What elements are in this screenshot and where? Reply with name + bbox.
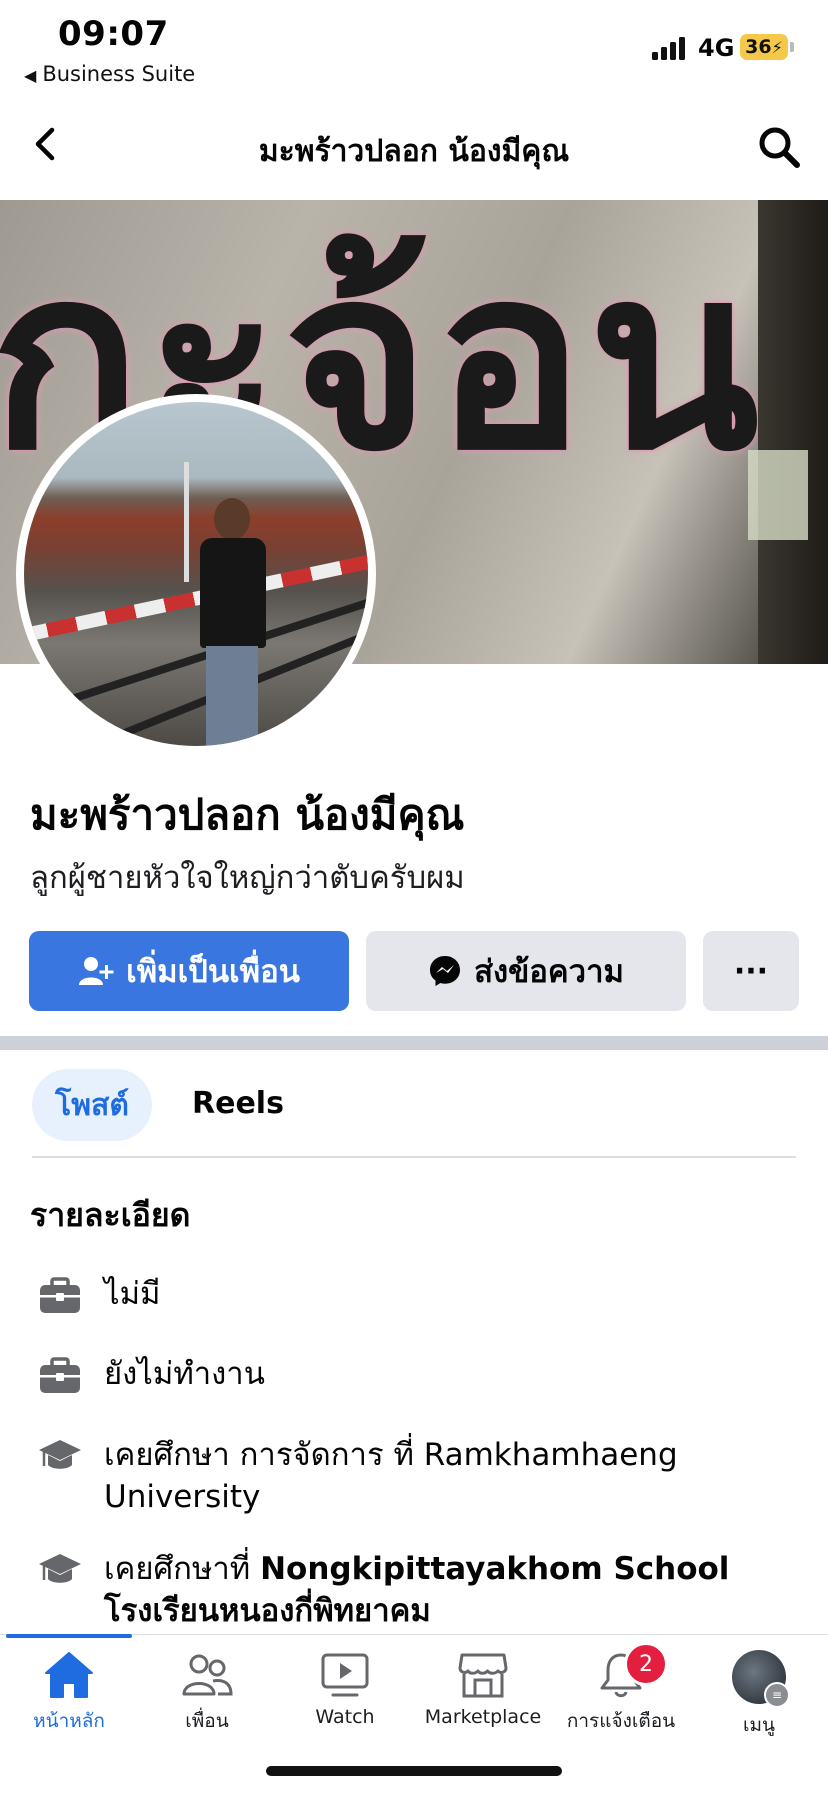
cover-light-patch bbox=[748, 450, 808, 540]
more-dots-icon: ··· bbox=[733, 953, 769, 989]
back-triangle-icon: ◀ bbox=[24, 66, 37, 85]
back-to-app-link[interactable]: ◀ Business Suite bbox=[24, 62, 195, 86]
signal-icon bbox=[652, 36, 685, 60]
network-type: 4G bbox=[698, 34, 735, 62]
nav-watch-label: Watch bbox=[315, 1706, 375, 1728]
more-options-button[interactable]: ··· bbox=[703, 931, 799, 1011]
section-divider bbox=[0, 1036, 828, 1050]
status-time: 09:07 bbox=[58, 14, 169, 54]
friends-icon bbox=[182, 1654, 233, 1696]
details-heading: รายละเอียด bbox=[30, 1196, 191, 1234]
active-tab-indicator bbox=[6, 1634, 132, 1638]
add-friend-button[interactable]: เพิ่มเป็นเพื่อน bbox=[29, 931, 349, 1011]
home-indicator[interactable] bbox=[266, 1766, 562, 1776]
search-icon[interactable] bbox=[756, 124, 802, 170]
cover-wood-beam bbox=[758, 200, 828, 664]
briefcase-icon bbox=[40, 1277, 80, 1313]
detail-item-university: เคยศึกษา การจัดการ ที่ Ramkhamhaeng Univ… bbox=[38, 1434, 744, 1518]
detail-work-text: ไม่มี bbox=[104, 1276, 161, 1312]
menu-lines-icon: ≡ bbox=[764, 1682, 790, 1708]
add-friend-icon bbox=[79, 957, 114, 985]
back-app-label: Business Suite bbox=[42, 62, 196, 86]
nav-home-label: หน้าหลัก bbox=[33, 1710, 105, 1732]
nav-marketplace-label: Marketplace bbox=[424, 1706, 542, 1728]
page-title: มะพร้าวปลอก น้องมีคุณ bbox=[258, 134, 570, 169]
cover-sign-text-bottom: ท bbox=[360, 540, 505, 664]
detail-job-text: ยังไม่ทำงาน bbox=[104, 1356, 265, 1392]
marketplace-icon bbox=[458, 1653, 508, 1698]
message-label: ส่งข้อความ bbox=[474, 954, 624, 990]
nav-home[interactable]: หน้าหลัก bbox=[0, 1650, 138, 1736]
graduation-cap-icon bbox=[39, 1440, 81, 1469]
notification-badge: 2 bbox=[624, 1642, 668, 1686]
home-icon bbox=[45, 1652, 93, 1698]
detail-item-job: ยังไม่ทำงาน bbox=[38, 1353, 744, 1397]
nav-watch[interactable]: Watch bbox=[276, 1650, 414, 1728]
watch-icon bbox=[321, 1653, 369, 1697]
nav-marketplace[interactable]: Marketplace bbox=[414, 1650, 552, 1728]
tabs-divider bbox=[32, 1156, 796, 1158]
detail-school-text: เคยศึกษาที่ Nongkipittayakhom School โรง… bbox=[104, 1548, 744, 1632]
profile-name: มะพร้าวปลอก น้องมีคุณ bbox=[30, 790, 465, 839]
battery-level: 36 bbox=[745, 36, 772, 58]
tab-posts[interactable]: โพสต์ bbox=[32, 1069, 152, 1141]
message-button[interactable]: ส่งข้อความ bbox=[366, 931, 686, 1011]
nav-notifications-label: การแจ้งเตือน bbox=[566, 1710, 676, 1732]
detail-item-school: เคยศึกษาที่ Nongkipittayakhom School โรง… bbox=[38, 1548, 744, 1632]
profile-picture[interactable] bbox=[16, 394, 376, 754]
charging-bolt-icon: ⚡ bbox=[771, 37, 783, 57]
menu-avatar-icon: ≡ bbox=[732, 1650, 790, 1708]
nav-notifications[interactable]: การแจ้งเตือน bbox=[552, 1650, 690, 1736]
detail-university-text: เคยศึกษา การจัดการ ที่ Ramkhamhaeng Univ… bbox=[104, 1437, 678, 1515]
briefcase-icon bbox=[40, 1357, 80, 1393]
profile-bio: ลูกผู้ชายหัวใจใหญ่กว่าตับครับผม bbox=[30, 860, 465, 896]
tab-reels[interactable]: Reels bbox=[192, 1086, 284, 1121]
graduation-cap-icon bbox=[39, 1554, 81, 1583]
nav-menu[interactable]: ≡ เมนู bbox=[690, 1650, 828, 1740]
detail-school-prefix: เคยศึกษาที่ bbox=[104, 1551, 261, 1587]
nav-menu-label: เมนู bbox=[742, 1714, 775, 1736]
profile-picture-image bbox=[24, 402, 368, 746]
messenger-icon bbox=[430, 956, 461, 986]
detail-item-work: ไม่มี bbox=[38, 1273, 744, 1317]
nav-friends-label: เพื่อน bbox=[185, 1710, 229, 1732]
battery-icon: 36 ⚡ bbox=[740, 34, 794, 60]
add-friend-label: เพิ่มเป็นเพื่อน bbox=[126, 954, 300, 990]
nav-friends[interactable]: เพื่อน bbox=[138, 1650, 276, 1736]
